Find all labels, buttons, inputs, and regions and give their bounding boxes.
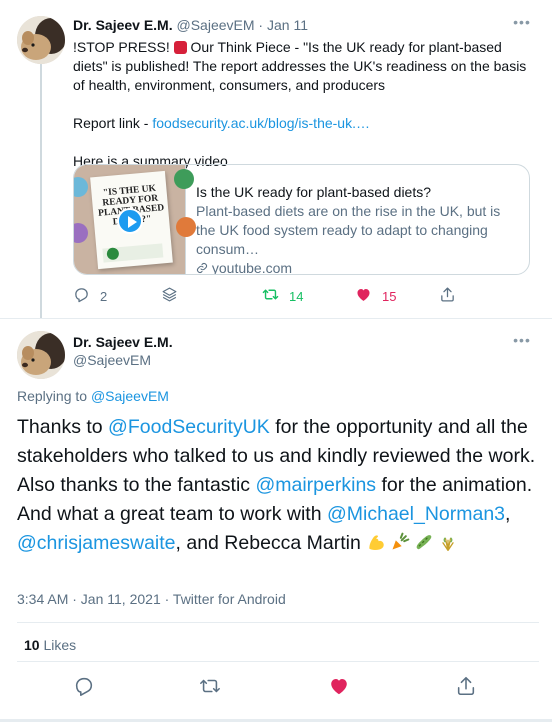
card-text: Is the UK ready for plant-based diets? P… [186,165,529,274]
replying-handle[interactable]: @SajeevEM [91,388,169,404]
carrot-icon [390,532,410,552]
decor-blob [74,177,88,197]
retweet-icon [199,679,221,701]
sheaf-of-rice-icon [438,532,458,552]
reply-button[interactable] [73,675,97,699]
tweet-text: !STOP PRESS! Our Think Piece - "Is the U… [73,38,535,171]
divider [17,661,539,662]
reply-count: 2 [100,288,108,304]
like-button[interactable]: 15 [355,286,396,306]
author-handle[interactable]: @SajeevEM [177,17,255,33]
text-segment: , [505,503,511,525]
tweet-text: Thanks to @FoodSecurityUK for the opport… [17,413,539,558]
link-preview-card[interactable]: "IS THE UK READY FOR PLANT-BASED DIETS?"… [73,164,530,275]
stop-press-text: !STOP PRESS! [73,39,170,55]
author-block: Dr. Sajeev E.M. @SajeevEM [73,333,173,369]
retweet-count: 14 [289,288,304,304]
cover-footer [102,243,164,263]
thread-button[interactable] [161,286,178,306]
tweet-timestamp[interactable]: 3:34 AM · Jan 11, 2021 · Twitter for And… [17,591,286,607]
decor-blob [74,223,88,243]
author-name[interactable]: Dr. Sajeev E.M. [73,333,173,351]
action-bar: 2 14 15 [73,286,473,308]
mention-michael-norman3[interactable]: @Michael_Norman3 [327,503,505,525]
stop-sign-icon [173,41,187,54]
reply-icon [73,677,95,701]
likes-summary[interactable]: 10 Likes [24,637,76,653]
share-button[interactable] [455,675,479,699]
more-options-icon[interactable]: ••• [512,15,532,37]
focused-tweet[interactable]: Dr. Sajeev E.M. @SajeevEM ••• Replying t… [0,318,552,722]
report-link[interactable]: foodsecurity.ac.uk/blog/is-the-uk.… [152,115,370,131]
link-icon [196,260,212,274]
stack-icon [161,286,178,306]
play-icon[interactable] [117,208,143,234]
card-domain: youtube.com [211,260,293,274]
report-link-label: Report link - [73,115,149,131]
replying-to: Replying to @SajeevEM [17,388,169,404]
divider [17,622,539,623]
likes-label: Likes [43,637,77,653]
mention-mairperkins[interactable]: @mairperkins [255,474,376,496]
tweet-header: Dr. Sajeev E.M. @SajeevEM · Jan 11 [73,17,308,33]
heart-icon [328,678,350,701]
decor-blob [174,169,194,189]
tweet-date[interactable]: Jan 11 [267,17,308,33]
action-bar [0,675,552,705]
author-name[interactable]: Dr. Sajeev E.M. [73,17,173,33]
video-thumbnail[interactable]: "IS THE UK READY FOR PLANT-BASED DIETS?" [74,165,196,274]
retweet-icon [262,286,279,306]
share-icon [455,676,477,701]
mention-chrisjameswaite[interactable]: @chrisjameswaite [17,532,176,554]
parent-tweet[interactable]: Dr. Sajeev E.M. @SajeevEM · Jan 11 ••• !… [0,0,552,318]
text-segment: Thanks to [17,416,109,438]
mention-foodsecurityuk[interactable]: @FoodSecurityUK [108,416,270,438]
retweet-button[interactable] [199,675,223,699]
flexed-biceps-icon [366,532,386,552]
retweet-button[interactable]: 14 [262,286,303,306]
logo-icon [106,247,120,261]
text-segment: , and Rebecca Martin [175,532,367,554]
avatar[interactable] [17,331,65,379]
cucumber-icon [414,532,434,552]
card-title: Is the UK ready for plant-based diets? [196,184,432,200]
decor-blob [176,217,196,237]
replying-label: Replying to [17,388,88,404]
like-count: 15 [382,288,397,304]
card-domain-row: youtube.com [196,259,517,274]
thread-connector-line [40,64,42,318]
share-button[interactable] [439,286,456,306]
avatar[interactable] [17,16,65,64]
reply-button[interactable]: 2 [73,286,107,306]
reply-icon [73,286,90,306]
heart-icon [355,286,372,306]
share-icon [439,286,456,306]
card-description: Plant-based diets are on the rise in the… [196,203,501,257]
like-button[interactable] [328,675,352,699]
likes-count: 10 [24,637,40,653]
more-options-icon[interactable]: ••• [512,333,532,355]
separator: · [258,17,264,33]
author-handle[interactable]: @SajeevEM [73,351,173,369]
